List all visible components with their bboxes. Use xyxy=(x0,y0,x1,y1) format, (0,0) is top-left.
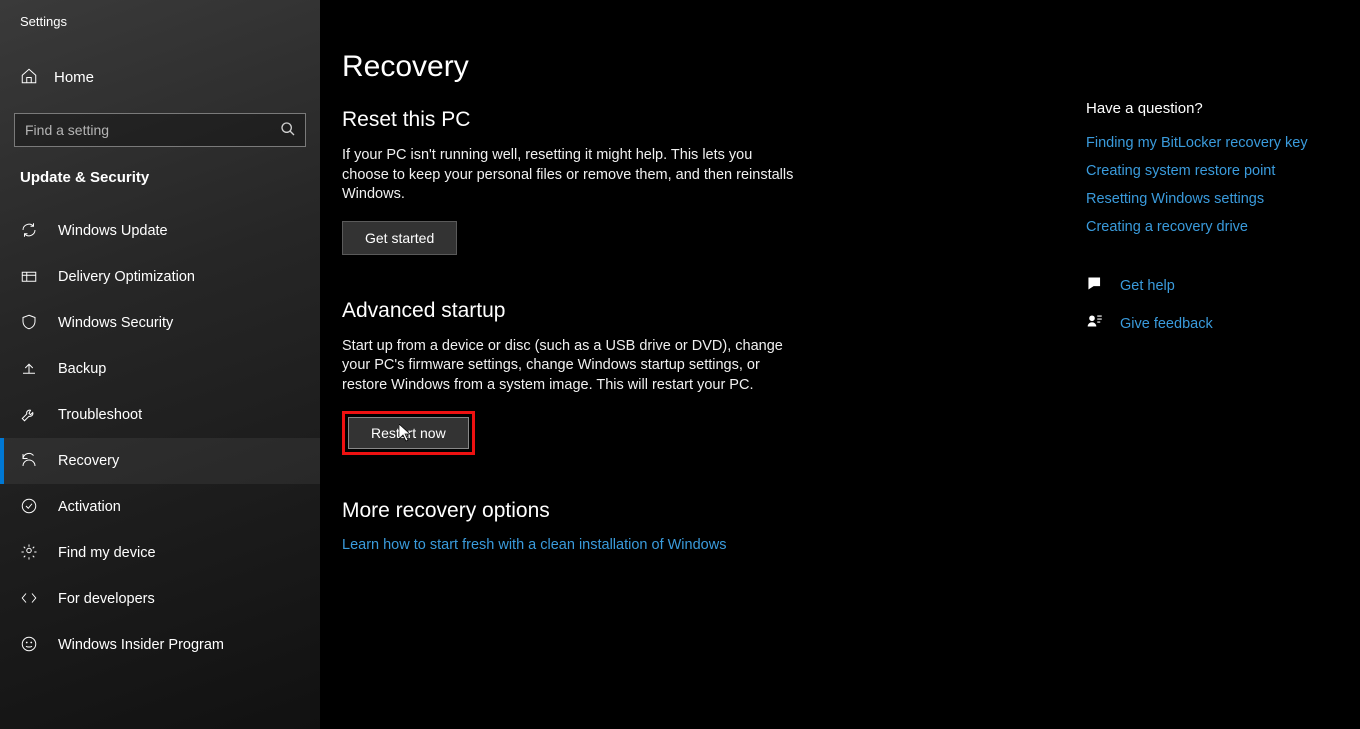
rail-actions: Get help Give feedback xyxy=(1086,275,1316,335)
feedback-icon xyxy=(1086,313,1104,335)
sidebar-item-recovery[interactable]: Recovery xyxy=(0,438,320,484)
sidebar-item-windows-update[interactable]: Windows Update xyxy=(0,208,320,254)
main-content: Recovery Reset this PC If your PC isn't … xyxy=(320,0,1360,729)
advanced-startup-description: Start up from a device or disc (such as … xyxy=(342,337,802,396)
sidebar-item-label: Activation xyxy=(58,499,121,515)
sidebar-item-for-developers[interactable]: For developers xyxy=(0,576,320,622)
right-rail: Have a question? Finding my BitLocker re… xyxy=(1086,100,1316,351)
wrench-icon xyxy=(20,405,38,426)
sidebar-item-label: Find my device xyxy=(58,545,156,561)
rail-link-recovery-drive[interactable]: Creating a recovery drive xyxy=(1086,219,1316,235)
delivery-icon xyxy=(20,267,38,288)
check-circle-icon xyxy=(20,497,38,518)
sidebar-item-label: Backup xyxy=(58,361,106,377)
location-icon xyxy=(20,543,38,564)
rail-link-reset-settings[interactable]: Resetting Windows settings xyxy=(1086,191,1316,207)
sidebar-item-label: Recovery xyxy=(58,453,119,469)
get-help-row[interactable]: Get help xyxy=(1086,275,1316,297)
home-label: Home xyxy=(54,69,94,86)
sidebar-item-delivery-optimization[interactable]: Delivery Optimization xyxy=(0,254,320,300)
help-icon xyxy=(1086,275,1104,297)
sidebar: Settings Home Update & Security Windows … xyxy=(0,0,320,729)
give-feedback-label: Give feedback xyxy=(1120,316,1213,332)
home-icon xyxy=(20,67,38,88)
sidebar-item-label: For developers xyxy=(58,591,155,607)
insider-icon xyxy=(20,635,38,656)
home-nav[interactable]: Home xyxy=(0,59,320,95)
sidebar-section-label: Update & Security xyxy=(0,147,320,190)
sidebar-item-find-my-device[interactable]: Find my device xyxy=(0,530,320,576)
recovery-icon xyxy=(20,451,38,472)
sidebar-item-windows-insider[interactable]: Windows Insider Program xyxy=(0,622,320,668)
search-wrap xyxy=(14,113,306,147)
sidebar-item-label: Troubleshoot xyxy=(58,407,142,423)
backup-icon xyxy=(20,359,38,380)
sidebar-item-windows-security[interactable]: Windows Security xyxy=(0,300,320,346)
give-feedback-row[interactable]: Give feedback xyxy=(1086,313,1316,335)
app-name: Settings xyxy=(0,0,320,29)
sync-icon xyxy=(20,221,38,242)
fresh-install-link[interactable]: Learn how to start fresh with a clean in… xyxy=(342,537,726,553)
search-icon xyxy=(280,121,296,137)
search-input[interactable] xyxy=(14,113,306,147)
get-help-label: Get help xyxy=(1120,278,1175,294)
sidebar-item-activation[interactable]: Activation xyxy=(0,484,320,530)
sidebar-item-label: Windows Insider Program xyxy=(58,637,224,653)
sidebar-item-troubleshoot[interactable]: Troubleshoot xyxy=(0,392,320,438)
reset-description: If your PC isn't running well, resetting… xyxy=(342,146,802,205)
more-recovery-heading: More recovery options xyxy=(342,499,1360,523)
rail-question-heading: Have a question? xyxy=(1086,100,1316,117)
rail-link-bitlocker[interactable]: Finding my BitLocker recovery key xyxy=(1086,135,1316,151)
sidebar-item-backup[interactable]: Backup xyxy=(0,346,320,392)
rail-link-restore-point[interactable]: Creating system restore point xyxy=(1086,163,1316,179)
developers-icon xyxy=(20,589,38,610)
sidebar-item-label: Windows Update xyxy=(58,223,168,239)
sidebar-nav: Windows Update Delivery Optimization Win… xyxy=(0,208,320,668)
shield-icon xyxy=(20,313,38,334)
restart-now-button[interactable]: Restart now xyxy=(348,417,469,449)
settings-window: Settings Home Update & Security Windows … xyxy=(0,0,1360,729)
annotation-highlight: Restart now xyxy=(342,411,475,455)
sidebar-item-label: Delivery Optimization xyxy=(58,269,195,285)
sidebar-item-label: Windows Security xyxy=(58,315,173,331)
get-started-button[interactable]: Get started xyxy=(342,221,457,255)
page-title: Recovery xyxy=(342,50,1360,84)
